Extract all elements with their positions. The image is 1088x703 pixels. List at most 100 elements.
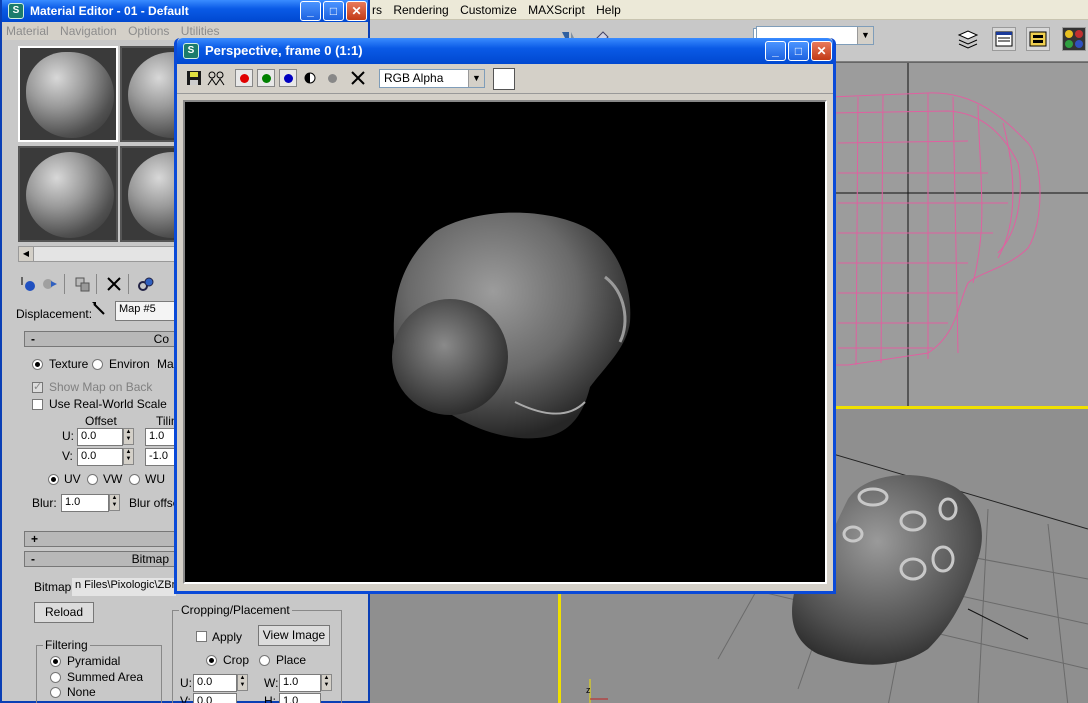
sample-slot-1[interactable] [18, 46, 118, 142]
menu-item-renderers[interactable]: rs [368, 0, 386, 17]
green-channel-icon[interactable] [257, 69, 275, 87]
make-unique-icon[interactable] [136, 274, 156, 294]
crop-u-input[interactable]: 0.0 [193, 674, 237, 692]
menu-item-rendering[interactable]: Rendering [389, 0, 452, 17]
crop-w-label: W: [264, 676, 279, 690]
crop-h-input[interactable]: 1.0 [279, 693, 321, 703]
u-offset-spinner[interactable]: ▲ ▼ [123, 428, 134, 445]
chevron-left-icon[interactable]: ◀ [19, 247, 34, 261]
menu-options[interactable]: Options [124, 22, 173, 40]
v-offset-spinner[interactable]: ▲ ▼ [123, 448, 134, 465]
layers-icon[interactable] [956, 27, 980, 51]
maximize-button[interactable]: □ [323, 1, 344, 21]
pyramidal-label: Pyramidal [67, 654, 121, 668]
alpha-channel-icon[interactable] [301, 69, 319, 87]
rendered-frame-title: Perspective, frame 0 (1:1) [205, 43, 363, 58]
assign-material-icon[interactable] [72, 274, 92, 294]
vw-radio[interactable] [87, 474, 98, 485]
maximize-button[interactable]: □ [788, 41, 809, 61]
place-radio[interactable] [259, 655, 270, 666]
crop-label: Crop [223, 653, 250, 667]
material-editor-title: Material Editor - 01 - Default [30, 4, 189, 18]
menu-item-customize[interactable]: Customize [456, 0, 521, 17]
put-material-icon[interactable] [40, 274, 60, 294]
clone-window-icon[interactable] [207, 69, 225, 87]
summed-area-radio[interactable] [50, 672, 61, 683]
pyramidal-radio[interactable] [50, 656, 61, 667]
svg-text:z: z [586, 685, 591, 695]
track-view-icon[interactable] [992, 27, 1016, 51]
material-editor-icon[interactable] [1062, 27, 1086, 51]
uv-label: UV [64, 472, 81, 486]
apply-checkbox[interactable] [196, 631, 207, 642]
menu-item-maxscript[interactable]: MAXScript [524, 0, 589, 17]
app-icon: S [183, 43, 199, 59]
crop-h-label: H: [264, 694, 276, 703]
crop-radio[interactable] [206, 655, 217, 666]
monochrome-icon[interactable] [323, 69, 341, 87]
environ-radio[interactable] [92, 359, 103, 370]
u-tiling-input[interactable]: 1.0 [145, 428, 177, 446]
displacement-map-field[interactable]: Map #5 [115, 301, 177, 321]
crop-v-input[interactable]: 0.0 [193, 693, 237, 703]
menu-material[interactable]: Material [2, 22, 53, 40]
app-icon: S [8, 3, 24, 19]
summed-area-label: Summed Area [67, 670, 144, 684]
filter-none-radio[interactable] [50, 687, 61, 698]
crop-u-spinner[interactable]: ▲ ▼ [237, 674, 248, 691]
blue-channel-icon[interactable] [279, 69, 297, 87]
toolbar-separator [96, 274, 97, 294]
get-material-icon[interactable] [18, 274, 38, 294]
material-editor-titlebar[interactable]: S Material Editor - 01 - Default _ □ ✕ [2, 0, 368, 22]
show-map-on-back-label: Show Map on Back [49, 380, 153, 394]
apply-label: Apply [212, 630, 243, 644]
noise-rollout-header[interactable]: + [24, 531, 176, 547]
crop-w-input[interactable]: 1.0 [279, 674, 321, 692]
menu-item-help[interactable]: Help [592, 0, 625, 17]
clear-icon[interactable] [349, 69, 367, 87]
blur-spinner[interactable]: ▲ ▼ [109, 494, 120, 511]
chevron-down-icon: ▼ [468, 70, 484, 87]
red-channel-icon[interactable] [235, 69, 253, 87]
u-offset-input[interactable]: 0.0 [77, 428, 123, 446]
save-icon[interactable] [185, 69, 203, 87]
wu-label: WU [145, 472, 165, 486]
reload-button[interactable]: Reload [34, 602, 94, 623]
reset-map-icon[interactable] [104, 274, 124, 294]
rendered-frame-window: S Perspective, frame 0 (1:1) _ □ ✕ RGB A… [174, 38, 836, 594]
offset-label: Offset [85, 414, 117, 428]
sample-slot-3[interactable] [18, 146, 118, 242]
minimize-button[interactable]: _ [300, 1, 321, 21]
u-label: U: [62, 429, 74, 443]
show-map-on-back-checkbox[interactable] [32, 380, 43, 393]
texture-radio[interactable] [32, 359, 43, 370]
pick-map-icon[interactable] [90, 300, 110, 320]
coordinates-rollout-header[interactable]: - Co [24, 331, 176, 347]
toolbar-separator [128, 274, 129, 294]
close-button[interactable]: ✕ [811, 41, 832, 61]
sample-slots-scrollbar[interactable]: ◀ [18, 246, 178, 262]
v-tiling-input[interactable]: -1.0 [145, 448, 177, 466]
rendered-frame-titlebar[interactable]: S Perspective, frame 0 (1:1) _ □ ✕ [177, 38, 833, 64]
v-offset-input[interactable]: 0.0 [77, 448, 123, 466]
texture-label: Texture [49, 357, 89, 371]
uv-radio[interactable] [48, 474, 59, 485]
display-channel-select[interactable]: RGB Alpha ▼ [379, 69, 485, 88]
crop-w-spinner[interactable]: ▲ ▼ [321, 674, 332, 691]
chevron-down-icon: ▼ [857, 27, 873, 44]
minimize-button[interactable]: _ [765, 41, 786, 61]
rendered-frame-toolbar: RGB Alpha ▼ [177, 64, 833, 94]
blur-label: Blur: [32, 496, 57, 510]
color-swatch[interactable] [493, 68, 515, 90]
close-button[interactable]: ✕ [346, 1, 367, 21]
schematic-view-icon[interactable] [1026, 27, 1050, 51]
menu-navigation[interactable]: Navigation [56, 22, 121, 40]
bitmap-rollout-header[interactable]: - Bitmap [24, 551, 176, 567]
v-label: V: [62, 449, 73, 463]
view-image-button[interactable]: View Image [258, 625, 330, 646]
bitmap-path-button[interactable]: n Files\Pixologic\ZBru [72, 578, 176, 596]
blur-input[interactable]: 1.0 [61, 494, 109, 512]
real-world-scale-checkbox[interactable] [32, 399, 43, 410]
wu-radio[interactable] [129, 474, 140, 485]
material-editor-toolbar [16, 272, 176, 296]
